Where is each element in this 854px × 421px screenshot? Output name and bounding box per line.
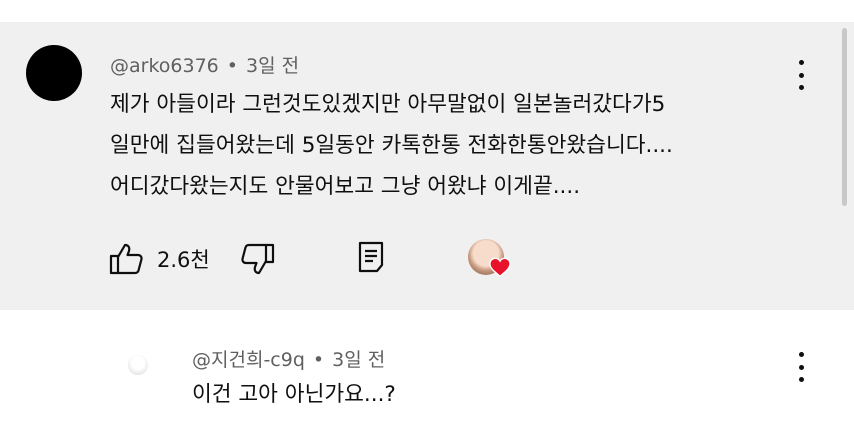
comment-meta: @arko6376 • 3일 전 [110,51,299,78]
reply-author-handle[interactable]: @지건희-c9q [192,349,305,371]
comment-text: 제가 아들이라 그런것도있겠지만 아무말없이 일본놀러갔다가5 일만에 집들어왔… [110,84,673,207]
reply-meta: @지건희-c9q • 3일 전 [192,345,385,372]
comment-text-line: 제가 아들이라 그런것도있겠지만 아무말없이 일본놀러갔다가5 [110,92,666,117]
reply-icon[interactable] [357,241,385,273]
meta-separator: • [312,349,325,371]
comment-text-line: 어디갔다왔는지도 안물어보고 그냥 어왔냐 이게끝.... [110,174,581,199]
scrollbar[interactable] [842,28,847,206]
avatar[interactable] [128,355,148,375]
thumbs-up-icon[interactable] [108,242,144,276]
reply-text: 이건 고아 아닌가요...? [192,382,396,407]
comment-text-line: 일만에 집들어왔는데 5일동안 카톡한통 전화한통안왔습니다.... [110,133,673,158]
heart-icon [489,257,511,278]
more-vert-icon[interactable] [789,60,813,90]
reply-timestamp[interactable]: 3일 전 [332,349,385,371]
meta-separator: • [226,55,238,77]
comment-timestamp[interactable]: 3일 전 [246,55,299,77]
avatar[interactable] [26,45,82,101]
comment-author-handle[interactable]: @arko6376 [110,55,219,77]
like-count: 2.6천 [157,248,210,272]
top-strip [0,0,854,22]
thumbs-down-icon[interactable] [240,242,276,276]
more-vert-icon[interactable] [789,352,813,382]
creator-heart-icon [465,236,515,282]
comment-action-bar: 2.6천 [108,236,528,280]
